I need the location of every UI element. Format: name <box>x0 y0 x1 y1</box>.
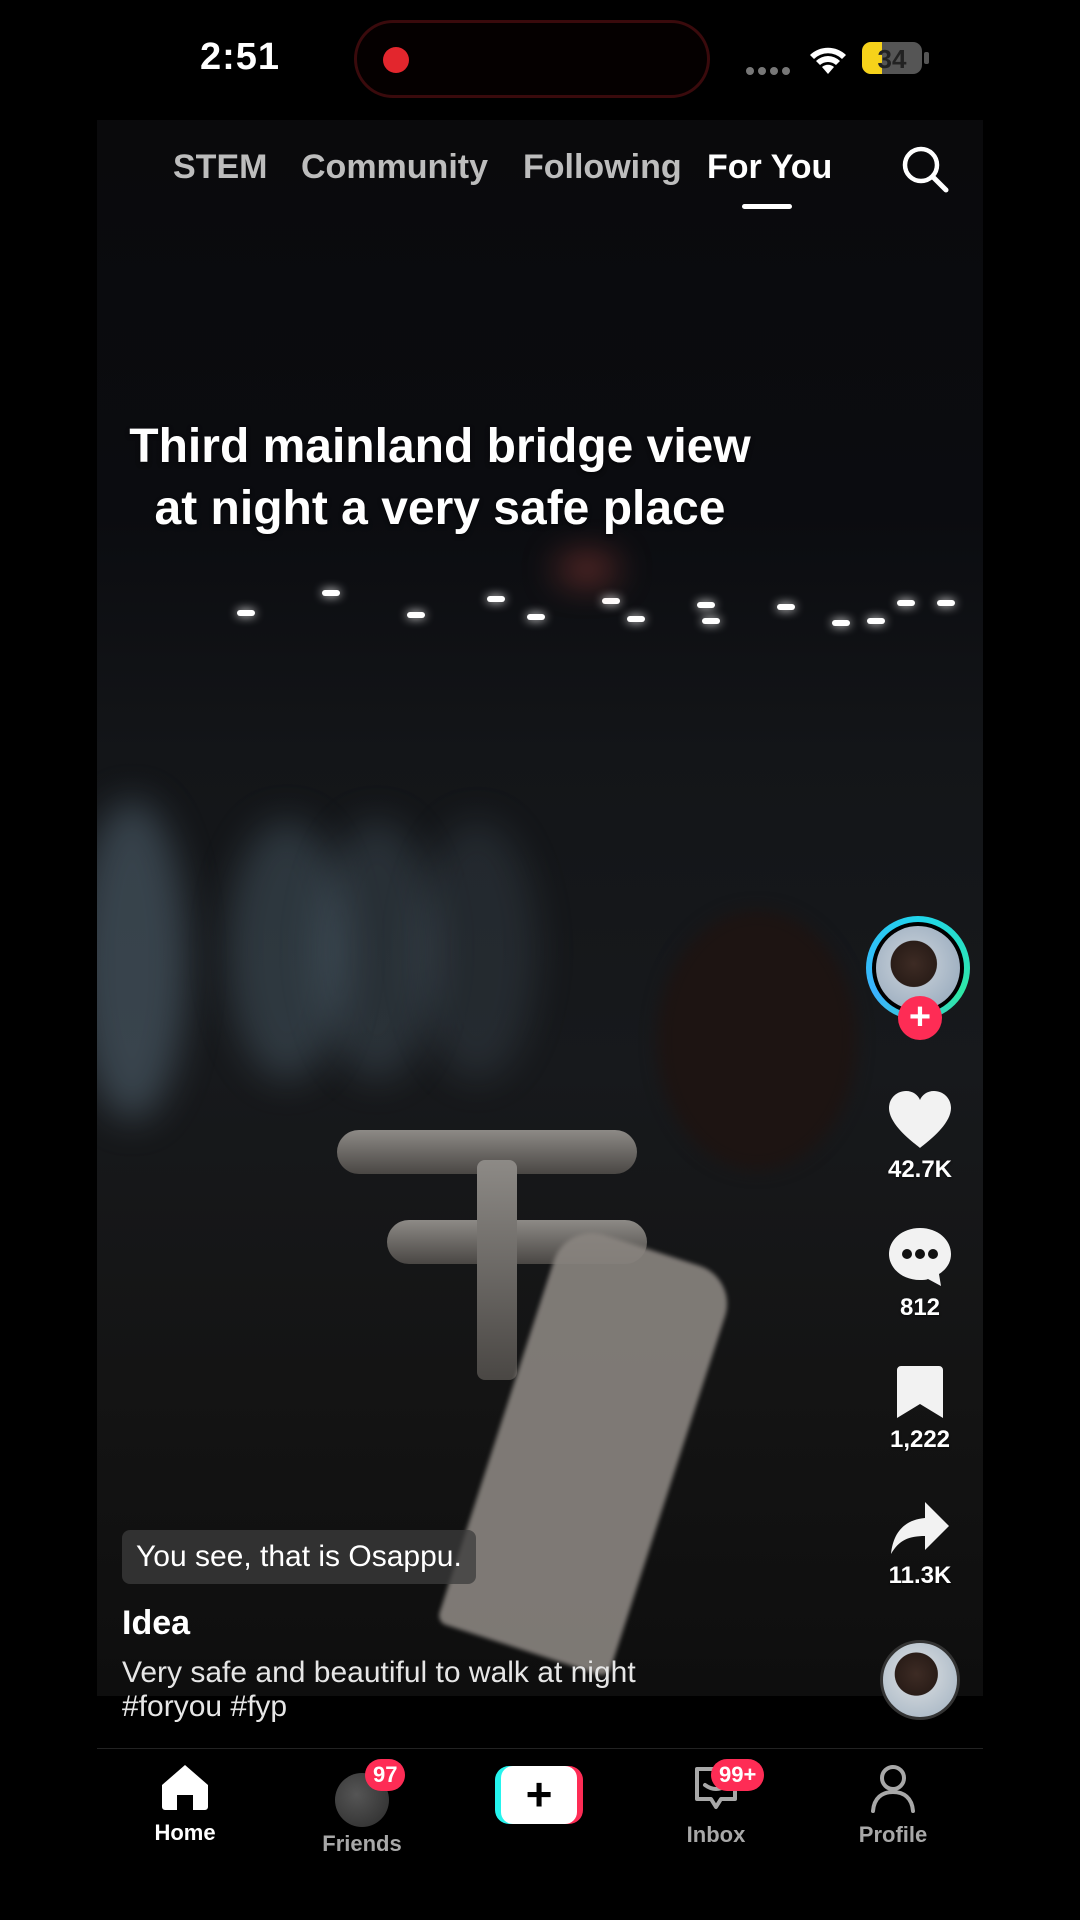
bookmark-icon <box>897 1366 943 1418</box>
wifi-icon <box>810 47 846 74</box>
post-description[interactable]: Very safe and beautiful to walk at night… <box>122 1656 742 1724</box>
video-text-overlay: Third mainland bridge view at night a ve… <box>129 420 751 535</box>
nav-home-label: Home <box>154 1820 216 1845</box>
like-count: 42.7K <box>887 1156 953 1183</box>
friends-badge: 97 <box>365 1759 406 1791</box>
tab-following[interactable]: Following <box>523 148 682 187</box>
follow-button[interactable]: + <box>898 996 942 1040</box>
home-icon <box>162 1765 208 1810</box>
like-button[interactable]: 42.7K <box>860 1090 980 1184</box>
author-name[interactable]: Idea <box>122 1604 190 1643</box>
nav-profile-label: Profile <box>858 1822 928 1847</box>
nav-home[interactable]: Home <box>125 1763 245 1846</box>
comment-count: 812 <box>899 1294 941 1321</box>
tab-stem[interactable]: STEM <box>173 148 267 187</box>
search-icon[interactable] <box>900 144 950 194</box>
nav-inbox-label: Inbox <box>686 1822 746 1847</box>
share-button[interactable]: 11.3K <box>860 1500 980 1590</box>
nav-profile[interactable]: Profile <box>833 1763 953 1848</box>
feed-tabs: STEM Community Following For You <box>97 120 983 230</box>
share-count: 11.3K <box>888 1562 952 1589</box>
cellular-signal-icon <box>746 62 796 75</box>
tab-for-you[interactable]: For You <box>707 148 832 187</box>
battery-icon: 34 <box>862 42 922 74</box>
dynamic-island <box>354 20 710 98</box>
share-icon <box>891 1502 949 1554</box>
bookmark-button[interactable]: 1,222 <box>860 1364 980 1454</box>
nav-friends-label: Friends <box>322 1831 402 1856</box>
video-subtitle: You see, that is Osappu. <box>122 1530 476 1584</box>
profile-icon <box>871 1765 915 1813</box>
bookmark-count: 1,222 <box>889 1426 951 1453</box>
create-button[interactable]: + <box>495 1766 583 1824</box>
recording-indicator-icon <box>383 47 409 73</box>
inbox-badge: 99+ <box>711 1759 765 1791</box>
comment-button[interactable]: 812 <box>860 1226 980 1322</box>
status-bar: 2:51 34 <box>0 0 1080 120</box>
active-tab-indicator <box>742 204 792 209</box>
status-time: 2:51 <box>200 36 281 78</box>
sound-disc-icon[interactable] <box>880 1640 960 1720</box>
video-player[interactable] <box>97 120 983 1696</box>
tab-community[interactable]: Community <box>301 148 488 187</box>
bridge-lights <box>97 560 983 680</box>
battery-percent: 34 <box>877 44 907 74</box>
plus-icon: + <box>501 1766 577 1824</box>
heart-icon <box>889 1091 951 1148</box>
comment-icon <box>889 1228 951 1286</box>
